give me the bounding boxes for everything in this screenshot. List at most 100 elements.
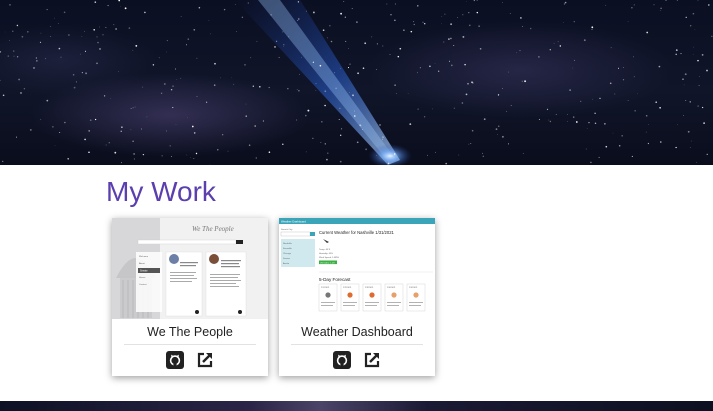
star xyxy=(356,141,359,144)
star xyxy=(330,40,333,43)
star xyxy=(287,88,289,90)
star xyxy=(40,32,42,34)
star xyxy=(431,108,433,110)
star xyxy=(479,47,482,50)
star xyxy=(107,5,109,7)
stars xyxy=(0,0,713,165)
star xyxy=(312,11,315,14)
star xyxy=(72,74,75,76)
star xyxy=(507,71,509,73)
star xyxy=(97,41,99,44)
star xyxy=(297,1,300,3)
star xyxy=(697,0,699,2)
star xyxy=(646,31,649,34)
star xyxy=(67,157,70,160)
star xyxy=(16,56,19,58)
star xyxy=(473,0,475,2)
star xyxy=(617,67,620,69)
star xyxy=(697,105,699,107)
github-icon[interactable] xyxy=(166,351,184,369)
star xyxy=(538,56,540,58)
star xyxy=(278,57,280,58)
star xyxy=(387,162,390,164)
star xyxy=(282,143,284,146)
star xyxy=(324,143,326,145)
star xyxy=(559,45,562,47)
external-link-icon[interactable] xyxy=(363,351,381,369)
star xyxy=(124,7,127,10)
star xyxy=(319,64,322,67)
project-thumbnail[interactable]: Weather Dashboard Search City Nashville … xyxy=(279,218,435,319)
star xyxy=(160,92,163,94)
star xyxy=(2,94,5,97)
star xyxy=(453,107,455,109)
star xyxy=(361,129,363,130)
star xyxy=(364,42,367,45)
star xyxy=(189,157,191,159)
star xyxy=(529,27,532,30)
star xyxy=(94,1,97,3)
star xyxy=(322,29,325,32)
star xyxy=(198,6,201,9)
star xyxy=(259,86,261,88)
star xyxy=(231,77,233,79)
star xyxy=(461,102,464,104)
star xyxy=(692,53,694,55)
star xyxy=(519,50,521,52)
star xyxy=(166,40,168,42)
star xyxy=(84,138,86,141)
star xyxy=(549,120,552,123)
star xyxy=(52,126,54,128)
star xyxy=(16,24,19,27)
star xyxy=(276,40,278,42)
svg-text:Welcome: Welcome xyxy=(139,256,149,258)
star xyxy=(510,105,512,106)
external-link-icon[interactable] xyxy=(196,351,214,369)
star xyxy=(399,47,402,50)
svg-text:House: House xyxy=(139,277,146,279)
star xyxy=(429,65,431,68)
svg-text:Weather Dashboard: Weather Dashboard xyxy=(281,219,306,223)
star xyxy=(417,108,419,110)
star xyxy=(359,124,361,126)
star xyxy=(220,77,221,79)
star xyxy=(53,17,55,19)
star xyxy=(683,84,685,86)
star xyxy=(288,36,290,38)
star xyxy=(324,90,327,93)
star xyxy=(134,106,136,108)
star xyxy=(81,35,83,37)
star xyxy=(2,160,4,163)
star xyxy=(339,107,341,109)
star xyxy=(690,25,692,27)
star xyxy=(340,134,342,136)
star xyxy=(683,115,684,116)
star xyxy=(453,44,455,47)
star xyxy=(703,122,705,124)
star xyxy=(0,79,1,81)
project-thumbnail[interactable]: We The People Welcome About House Contac… xyxy=(112,218,268,319)
star xyxy=(524,80,527,83)
star xyxy=(427,154,428,156)
star xyxy=(172,85,174,87)
star xyxy=(352,94,354,97)
star xyxy=(394,84,396,86)
star xyxy=(501,88,503,89)
star xyxy=(685,100,687,101)
star xyxy=(450,64,453,67)
star xyxy=(334,72,336,74)
star xyxy=(647,123,649,125)
star xyxy=(84,30,86,32)
svg-text:UV Index: 1.29: UV Index: 1.29 xyxy=(320,262,335,264)
github-icon[interactable] xyxy=(333,351,351,369)
star xyxy=(349,92,351,93)
thumbnail-heading: We The People xyxy=(192,225,234,233)
star xyxy=(54,145,56,146)
star xyxy=(296,88,298,90)
star xyxy=(396,93,398,94)
star xyxy=(356,21,358,23)
star xyxy=(140,128,142,130)
star xyxy=(46,9,48,11)
star xyxy=(296,119,298,121)
star xyxy=(223,8,226,11)
